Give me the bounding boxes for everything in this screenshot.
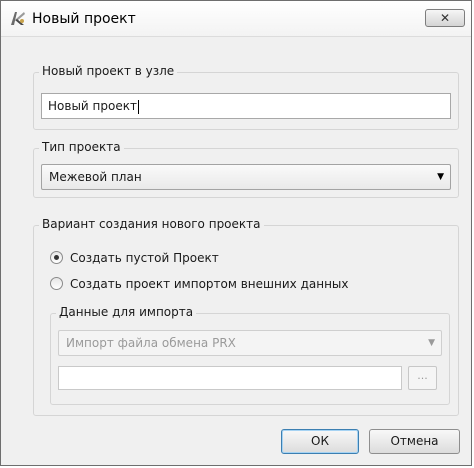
new-project-dialog: Новый проект ✕ Новый проект в узле Новый… [0,0,472,466]
radio-create-empty-button[interactable] [50,251,63,264]
import-path-input[interactable] [58,366,402,390]
import-data-group: Данные для импорта Импорт файла обмена P… [50,305,450,405]
window-title: Новый проект [32,11,136,27]
project-name-value: Новый проект [48,99,137,113]
project-type-value: Межевой план [49,170,142,184]
app-logo-icon [11,12,25,25]
import-format-value: Импорт файла обмена PRX [66,336,236,350]
project-name-input[interactable]: Новый проект [41,93,451,119]
project-type-legend: Тип проекта [39,140,124,154]
browse-button-label: ... [417,369,428,382]
cancel-button[interactable]: Отмена [369,429,460,454]
chevron-down-icon: ▼ [428,338,435,348]
ok-button-label: ОК [311,434,329,448]
title-bar: Новый проект ✕ [1,1,471,37]
radio-create-import-label: Создать проект импортом внешних данных [70,277,349,291]
import-data-legend: Данные для импорта [56,305,197,319]
project-type-group: Тип проекта Межевой план ▼ [33,140,459,198]
import-format-select[interactable]: Импорт файла обмена PRX ▼ [58,330,442,356]
creation-variant-legend: Вариант создания нового проекта [39,217,264,231]
project-type-select[interactable]: Межевой план ▼ [41,164,451,190]
cancel-button-label: Отмена [390,434,439,448]
chevron-down-icon: ▼ [437,172,444,182]
radio-create-empty-label: Создать пустой Проект [70,251,219,265]
node-group-legend: Новый проект в узле [39,64,178,78]
radio-selected-dot [54,255,59,260]
node-group: Новый проект в узле Новый проект [33,64,459,130]
text-caret [137,99,139,114]
radio-create-import-button[interactable] [50,277,63,290]
close-button[interactable]: ✕ [425,9,465,27]
close-icon: ✕ [439,11,451,25]
browse-button[interactable]: ... [408,366,437,390]
ok-button[interactable]: ОК [281,429,359,454]
